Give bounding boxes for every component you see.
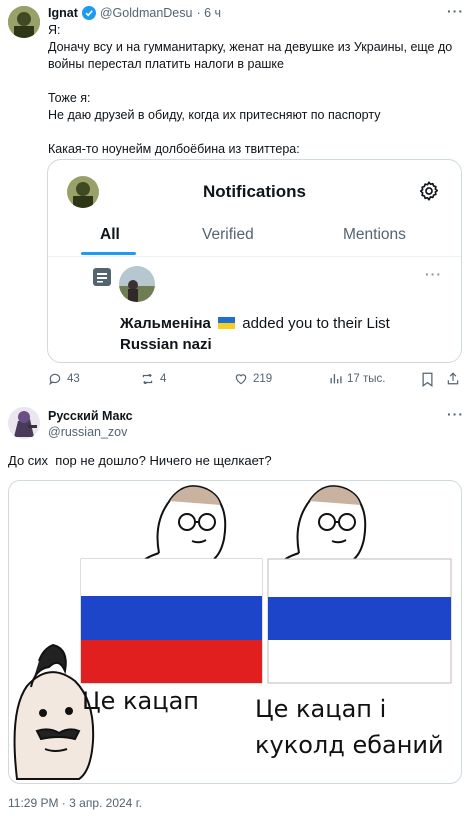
- tab-verified: Verified: [202, 226, 254, 243]
- tweet-line: войны перестал платить налоги в рашке: [48, 57, 284, 71]
- meme-left-caption: Це кацап: [82, 687, 199, 715]
- tweet-line: Тоже я:: [48, 91, 91, 105]
- views-icon: [330, 374, 342, 384]
- gear-icon: [418, 180, 440, 207]
- notification-message: added you to their List: [242, 315, 390, 332]
- tweet-line: Какая-то ноунейм долбоёбина из твиттера:: [48, 142, 300, 156]
- bookmark-icon[interactable]: [421, 372, 434, 392]
- tabs-divider: [48, 256, 461, 257]
- reply-text: До сих пор не дошло? Ничего не щелкает?: [8, 453, 272, 468]
- avatar[interactable]: [8, 407, 40, 439]
- tweet-line: Доначу всу и на гумманитарку, женат на д…: [48, 40, 453, 54]
- list-icon: [93, 268, 111, 286]
- like-count: 219: [253, 373, 273, 385]
- meme-image[interactable]: Це кацап Це кацап і куколд ебаний: [8, 480, 462, 784]
- retweet-button[interactable]: 4: [140, 372, 166, 386]
- reply-count: 43: [67, 373, 80, 385]
- share-icon[interactable]: [446, 371, 460, 391]
- reply-author-handle[interactable]: @russian_zov: [48, 424, 127, 440]
- more-icon[interactable]: ···: [447, 406, 464, 422]
- tweet-time[interactable]: · 6 ч: [196, 5, 221, 21]
- list-name: Russian nazi: [120, 336, 212, 353]
- ukraine-flag-icon: [218, 314, 236, 329]
- notifications-title: Notifications: [203, 182, 306, 201]
- views-button[interactable]: 17 тыс.: [329, 372, 385, 385]
- embedded-screenshot[interactable]: Notifications All Verified Mentions ··· …: [47, 159, 462, 363]
- tweet-text: Я: Доначу всу и на гумманитарку, женат н…: [48, 22, 463, 158]
- tab-all: All: [100, 226, 120, 243]
- notification-user-name: Жальменіна: [120, 315, 211, 332]
- heart-icon: [235, 374, 247, 385]
- tab-active-indicator: [81, 252, 136, 255]
- more-icon: ···: [425, 266, 442, 282]
- tab-mentions: Mentions: [343, 226, 406, 243]
- notification-text: Жальменіна added you to their List Russi…: [120, 313, 450, 355]
- reply-icon: [49, 373, 61, 386]
- view-count: 17 тыс.: [347, 372, 386, 385]
- avatar[interactable]: [8, 6, 40, 38]
- retweet-count: 4: [160, 373, 167, 385]
- author-name[interactable]: Ignat: [48, 5, 78, 21]
- verified-badge-icon: [81, 6, 96, 20]
- avatar: [119, 266, 155, 302]
- tweet-timestamp[interactable]: 11:29 PM · 3 апр. 2024 г.: [8, 796, 142, 810]
- retweet-icon: [142, 373, 153, 385]
- like-button[interactable]: 219: [234, 372, 272, 386]
- reply-button[interactable]: 43: [48, 372, 80, 386]
- more-icon[interactable]: ···: [447, 3, 464, 19]
- author-handle[interactable]: @GoldmanDesu: [100, 5, 193, 21]
- tweet-line: Не даю друзей в обиду, когда их притесня…: [48, 108, 381, 122]
- meme-right-caption-line2: куколд ебаний: [255, 731, 444, 759]
- meme-right-caption-line1: Це кацап і: [255, 695, 387, 723]
- tweet-line: Я:: [48, 23, 61, 37]
- reply-author-name[interactable]: Русский Макс: [48, 408, 133, 424]
